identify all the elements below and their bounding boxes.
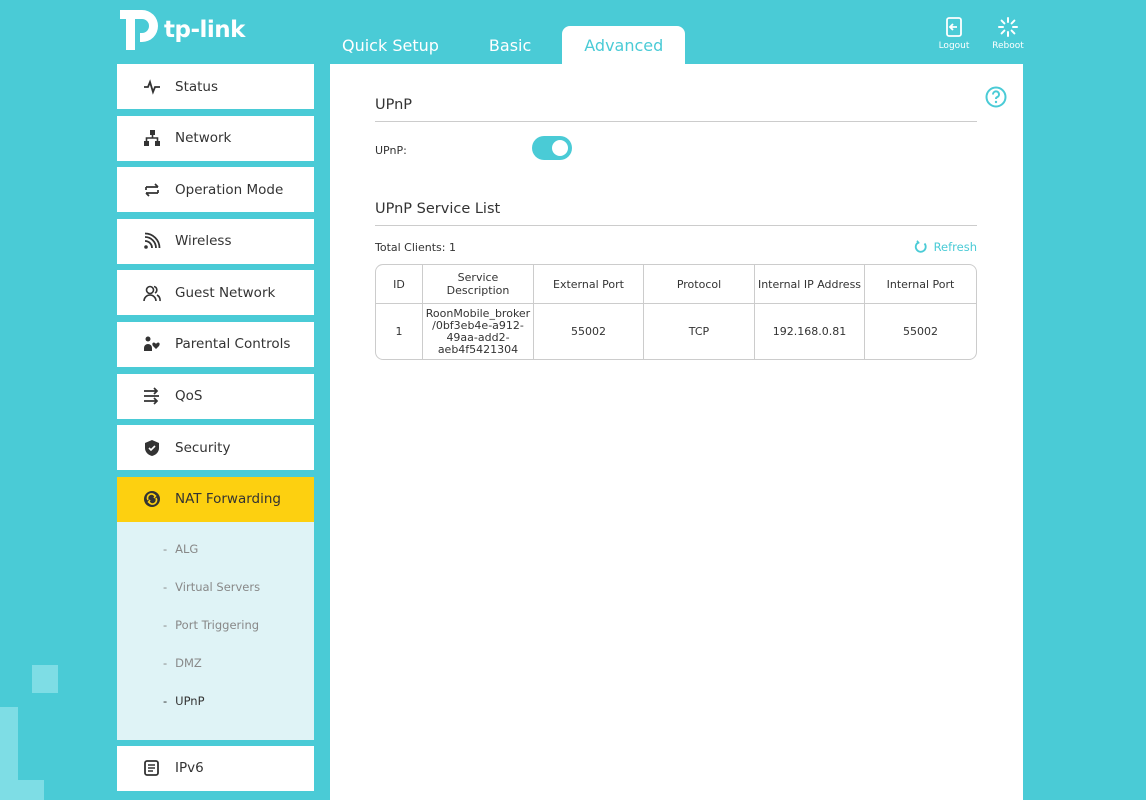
decor-block	[32, 665, 58, 693]
tab-basic[interactable]: Basic	[464, 26, 556, 64]
sidebar-item-label: Parental Controls	[175, 336, 291, 353]
service-list-title: UPnP Service List	[375, 201, 501, 217]
submenu-item-virtual-servers[interactable]: - Virtual Servers	[117, 572, 314, 610]
top-nav: Quick Setup Basic Advanced	[330, 26, 686, 64]
decor-block	[18, 780, 44, 800]
sidebar-item-ipv6[interactable]: IPv6	[117, 745, 314, 791]
upnp-toggle[interactable]	[532, 136, 572, 160]
toggle-knob	[552, 140, 568, 156]
nat-icon	[143, 490, 161, 508]
sidebar-item-security[interactable]: Security	[117, 425, 314, 471]
column-header-internal-ip: Internal IP Address	[755, 265, 865, 304]
family-icon	[143, 335, 161, 353]
sidebar-item-status[interactable]: Status	[117, 64, 314, 109]
cell-protocol: TCP	[644, 304, 755, 359]
tab-quick-setup[interactable]: Quick Setup	[330, 26, 464, 64]
sidebar-item-label: QoS	[175, 388, 203, 405]
submenu-item-dmz[interactable]: - DMZ	[117, 648, 314, 686]
sidebar-item-label: IPv6	[175, 760, 204, 777]
column-header-id: ID	[376, 265, 423, 304]
shield-icon	[143, 439, 161, 457]
sidebar-item-qos[interactable]: QoS	[117, 373, 314, 419]
column-header-internal-port: Internal Port	[865, 265, 976, 304]
sidebar-item-label: Operation Mode	[175, 181, 284, 198]
network-icon	[143, 129, 161, 147]
submenu-item-port-triggering[interactable]: - Port Triggering	[117, 610, 314, 648]
guest-icon	[143, 284, 161, 302]
qos-icon	[143, 387, 161, 405]
swap-icon	[143, 181, 161, 199]
refresh-icon	[914, 240, 927, 253]
cell-internal-port: 55002	[903, 324, 938, 338]
submenu-item-upnp[interactable]: - UPnP	[117, 686, 314, 724]
total-clients: Total Clients: 1	[375, 241, 456, 254]
divider	[375, 121, 977, 122]
upnp-service-table: ID Service Description External Port Pro…	[375, 264, 977, 360]
total-clients-count: 1	[448, 241, 456, 254]
sidebar-item-label: NAT Forwarding	[175, 491, 281, 508]
wifi-icon	[143, 232, 161, 250]
sidebar-item-nat-forwarding[interactable]: NAT Forwarding	[117, 476, 314, 522]
sidebar-item-label: Status	[175, 78, 219, 95]
cell-external-port: 55002	[534, 304, 644, 359]
tp-link-logo-icon	[120, 10, 158, 50]
divider	[375, 225, 977, 226]
upnp-label: UPnP:	[375, 144, 407, 157]
help-icon[interactable]	[985, 86, 1007, 108]
logo-text: tp-link	[164, 17, 245, 43]
upnp-section-title: UPnP	[375, 97, 413, 113]
column-header-service-description: Service Description	[423, 265, 534, 304]
reboot-label: Reboot	[992, 41, 1024, 51]
cell-id: 1	[376, 304, 423, 359]
sidebar-item-operation-mode[interactable]: Operation Mode	[117, 167, 314, 213]
tab-advanced[interactable]: Advanced	[562, 26, 686, 64]
sidebar-item-parental-controls[interactable]: Parental Controls	[117, 321, 314, 367]
logout-button[interactable]: Logout	[936, 16, 972, 51]
logout-icon	[946, 17, 962, 37]
sidebar-item-label: Network	[175, 130, 232, 147]
sidebar-item-label: Guest Network	[175, 284, 276, 301]
table-row: 1 RoonMobile_broker /0bf3eb4e-a912- 49aa…	[376, 304, 976, 359]
cell-service-description: RoonMobile_broker /0bf3eb4e-a912- 49aa-a…	[423, 304, 534, 359]
cell-internal-ip: 192.168.0.81	[755, 304, 865, 359]
sidebar-item-guest-network[interactable]: Guest Network	[117, 270, 314, 316]
refresh-button[interactable]: Refresh	[914, 240, 977, 254]
column-header-protocol: Protocol	[644, 265, 755, 304]
top-actions: Logout Reboot	[936, 16, 1026, 51]
submenu-item-alg[interactable]: - ALG	[117, 534, 314, 572]
main-panel: UPnP UPnP: UPnP Service List Total Clien…	[330, 64, 1023, 800]
table-header-row: ID Service Description External Port Pro…	[376, 265, 976, 304]
sidebar-item-wireless[interactable]: Wireless	[117, 218, 314, 264]
ipv6-icon	[143, 759, 161, 777]
reboot-icon	[998, 17, 1018, 37]
sidebar-item-label: Wireless	[175, 233, 232, 250]
pulse-icon	[143, 78, 161, 96]
nat-submenu: - ALG - Virtual Servers - Port Triggering -…	[117, 521, 314, 740]
column-header-external-port: External Port	[534, 265, 644, 304]
decor-block	[0, 707, 18, 800]
sidebar: Status Network Operation Mode Wireless G…	[117, 64, 314, 797]
tp-link-logo: tp-link	[116, 8, 245, 52]
sidebar-item-label: Security	[175, 439, 231, 456]
reboot-button[interactable]: Reboot	[990, 16, 1026, 51]
sidebar-item-network[interactable]: Network	[117, 115, 314, 161]
logout-label: Logout	[938, 41, 970, 51]
